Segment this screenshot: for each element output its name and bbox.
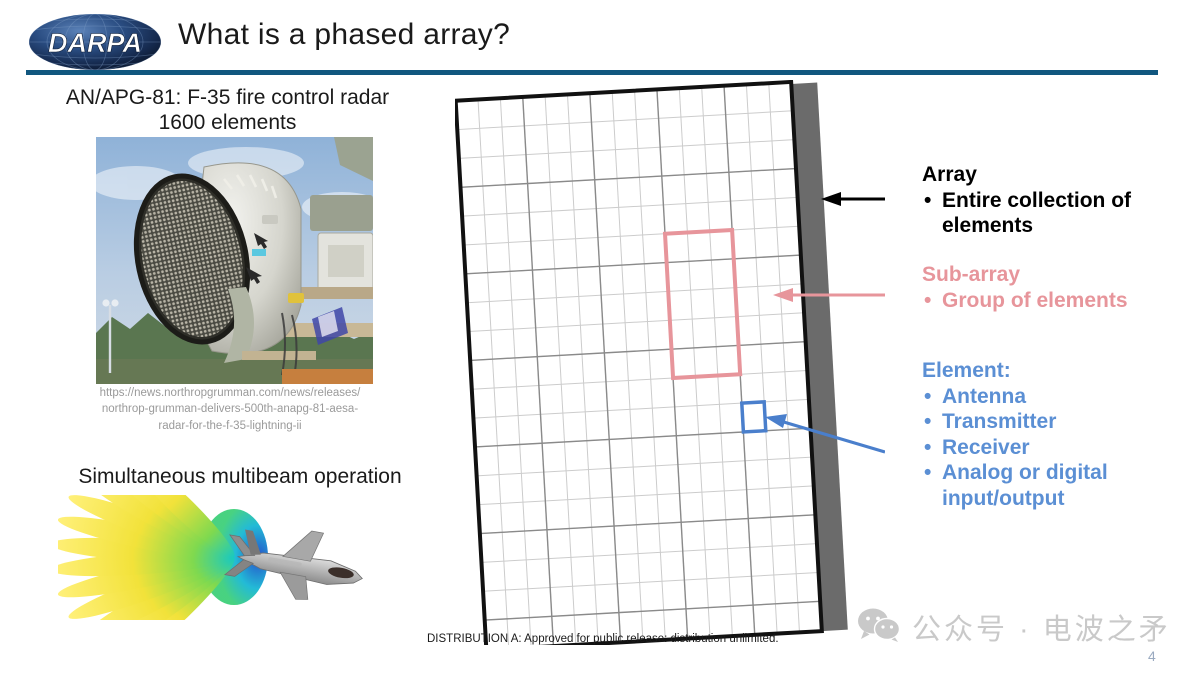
- photo-credit-line-3: radar-for-the-f-35-lightning-ii: [158, 419, 302, 432]
- list-item: Transmitter: [922, 409, 1194, 435]
- callout-array: Array Entire collection of elements: [922, 162, 1194, 239]
- callout-array-list: Entire collection of elements: [922, 188, 1194, 239]
- list-item: Entire collection of elements: [922, 188, 1194, 239]
- watermark-text: 公众号 · 电波之矛: [912, 614, 1171, 646]
- callout-element-title: Element:: [922, 359, 1011, 382]
- darpa-logo-text: DARPA: [48, 28, 142, 58]
- array-arrow: [821, 192, 885, 206]
- callout-element: Element: Antenna Transmitter Receiver An…: [922, 358, 1194, 512]
- list-item: Receiver: [922, 435, 1194, 461]
- photo-credit-line-2: northrop-grumman-delivers-500th-anapg-81…: [101, 403, 359, 416]
- callout-element-list: Antenna Transmitter Receiver Analog or d…: [922, 384, 1194, 512]
- photo-credit-line-1: https://news.northropgrumman.com/news/re…: [99, 387, 361, 399]
- phased-array-diagram: [455, 80, 885, 645]
- callout-subarray-list: Group of elements: [922, 288, 1197, 314]
- callout-subarray-title: Sub-array: [922, 263, 1021, 286]
- radar-caption-line2: 1600 elements: [158, 110, 297, 134]
- page-number: 4: [1148, 648, 1156, 664]
- multibeam-figure: [58, 495, 398, 620]
- multibeam-caption: Simultaneous multibeam operation: [78, 465, 402, 488]
- wechat-icon: [857, 608, 901, 647]
- slide-canvas: DARPA What is a phased array? AN/APG-81:…: [0, 0, 1203, 675]
- header-divider: [26, 70, 1158, 75]
- page-title: What is a phased array?: [178, 18, 511, 51]
- radar-photo: [96, 137, 373, 384]
- callout-subarray: Sub-array Group of elements: [922, 262, 1197, 313]
- photo-credit: https://news.northropgrumman.com/news/re…: [70, 385, 390, 434]
- darpa-logo: DARPA: [26, 12, 164, 72]
- watermark: 公众号 · 电波之矛: [857, 606, 1171, 648]
- radar-caption: AN/APG-81: F-35 fire control radar 1600 …: [45, 86, 410, 136]
- distribution-statement: DISTRIBUTION A: Approved for public rele…: [427, 633, 779, 645]
- callout-array-title: Array: [922, 163, 977, 186]
- list-item: Antenna: [922, 384, 1194, 410]
- radar-caption-line1: AN/APG-81: F-35 fire control radar: [65, 86, 390, 109]
- list-item: Group of elements: [922, 288, 1197, 314]
- list-item: Analog or digital input/output: [922, 460, 1194, 511]
